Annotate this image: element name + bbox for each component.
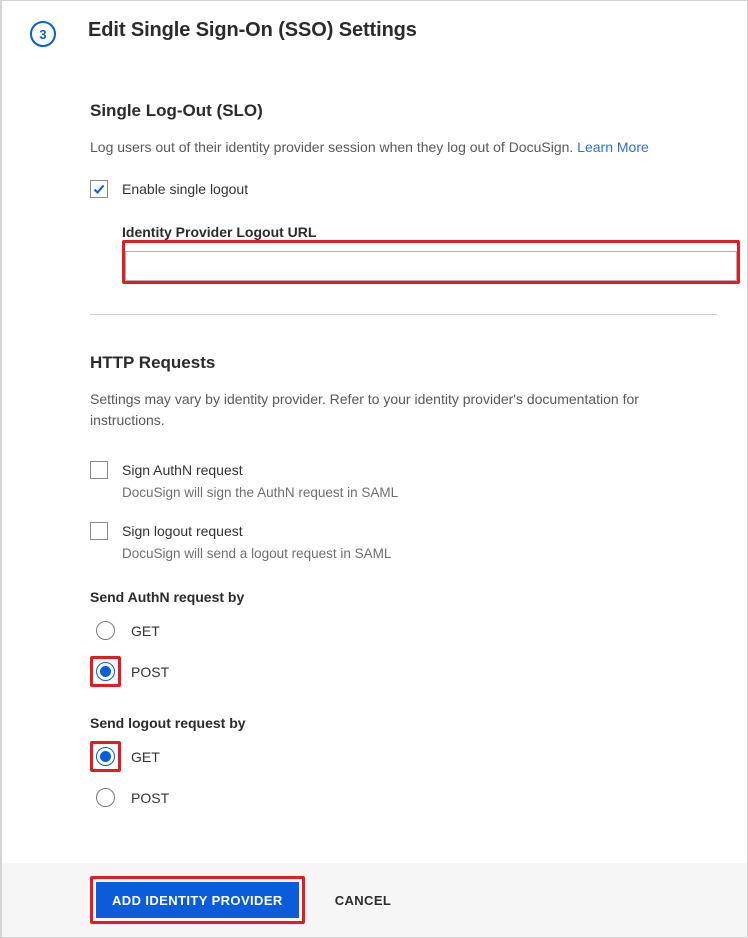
- learn-more-link[interactable]: Learn More: [577, 139, 649, 155]
- sign-authn-label: Sign AuthN request: [122, 462, 243, 478]
- send-logout-post-label: POST: [131, 790, 169, 806]
- send-logout-label: Send logout request by: [90, 715, 717, 731]
- slo-description: Log users out of their identity provider…: [90, 137, 717, 158]
- sso-settings-panel: 3 Edit Single Sign-On (SSO) Settings Sin…: [0, 0, 748, 938]
- sign-logout-label: Sign logout request: [122, 523, 243, 539]
- http-heading: HTTP Requests: [90, 353, 717, 373]
- send-authn-post-highlight: [90, 656, 121, 687]
- section-divider: [90, 314, 717, 315]
- enable-slo-label: Enable single logout: [122, 181, 248, 197]
- enable-slo-row[interactable]: Enable single logout: [90, 180, 717, 198]
- slo-description-text: Log users out of their identity provider…: [90, 139, 573, 155]
- checkmark-icon: [92, 182, 106, 196]
- send-authn-get-row[interactable]: GET: [90, 615, 717, 646]
- radio-wrap: [90, 782, 121, 813]
- send-authn-get-label: GET: [131, 623, 160, 639]
- send-logout-post-radio[interactable]: [96, 788, 115, 807]
- logout-url-highlight: [122, 240, 740, 284]
- add-identity-provider-button[interactable]: ADD IDENTITY PROVIDER: [96, 882, 299, 918]
- step-number-badge: 3: [30, 21, 56, 47]
- sign-logout-checkbox[interactable]: [90, 522, 108, 540]
- sign-authn-block: Sign AuthN request DocuSign will sign th…: [90, 461, 717, 500]
- slo-heading: Single Log-Out (SLO): [90, 101, 717, 121]
- send-logout-get-row[interactable]: GET: [90, 741, 717, 772]
- send-authn-post-row[interactable]: POST: [90, 656, 717, 687]
- sign-logout-row[interactable]: Sign logout request: [90, 522, 717, 540]
- content-area: Single Log-Out (SLO) Log users out of th…: [2, 101, 747, 813]
- page-title: Edit Single Sign-On (SSO) Settings: [88, 19, 417, 42]
- add-idp-highlight: ADD IDENTITY PROVIDER: [90, 876, 305, 924]
- enable-slo-checkbox[interactable]: [90, 180, 108, 198]
- sign-logout-hint: DocuSign will send a logout request in S…: [122, 546, 717, 561]
- sign-logout-block: Sign logout request DocuSign will send a…: [90, 522, 717, 561]
- sign-authn-checkbox[interactable]: [90, 461, 108, 479]
- send-logout-get-radio[interactable]: [96, 747, 115, 766]
- send-logout-get-label: GET: [131, 749, 160, 765]
- sign-authn-hint: DocuSign will sign the AuthN request in …: [122, 485, 717, 500]
- header-row: 3 Edit Single Sign-On (SSO) Settings: [2, 1, 747, 47]
- http-description: Settings may vary by identity provider. …: [90, 389, 717, 431]
- send-logout-get-highlight: [90, 741, 121, 772]
- send-authn-post-radio[interactable]: [96, 662, 115, 681]
- logout-url-label: Identity Provider Logout URL: [122, 224, 717, 240]
- send-authn-post-label: POST: [131, 664, 169, 680]
- footer-bar: ADD IDENTITY PROVIDER CANCEL: [2, 863, 747, 937]
- radio-wrap: [90, 615, 121, 646]
- sign-authn-row[interactable]: Sign AuthN request: [90, 461, 717, 479]
- logout-url-input[interactable]: [125, 251, 737, 281]
- cancel-button[interactable]: CANCEL: [329, 892, 398, 909]
- send-logout-post-row[interactable]: POST: [90, 782, 717, 813]
- send-authn-get-radio[interactable]: [96, 621, 115, 640]
- send-authn-label: Send AuthN request by: [90, 589, 717, 605]
- logout-url-block: Identity Provider Logout URL: [122, 224, 717, 284]
